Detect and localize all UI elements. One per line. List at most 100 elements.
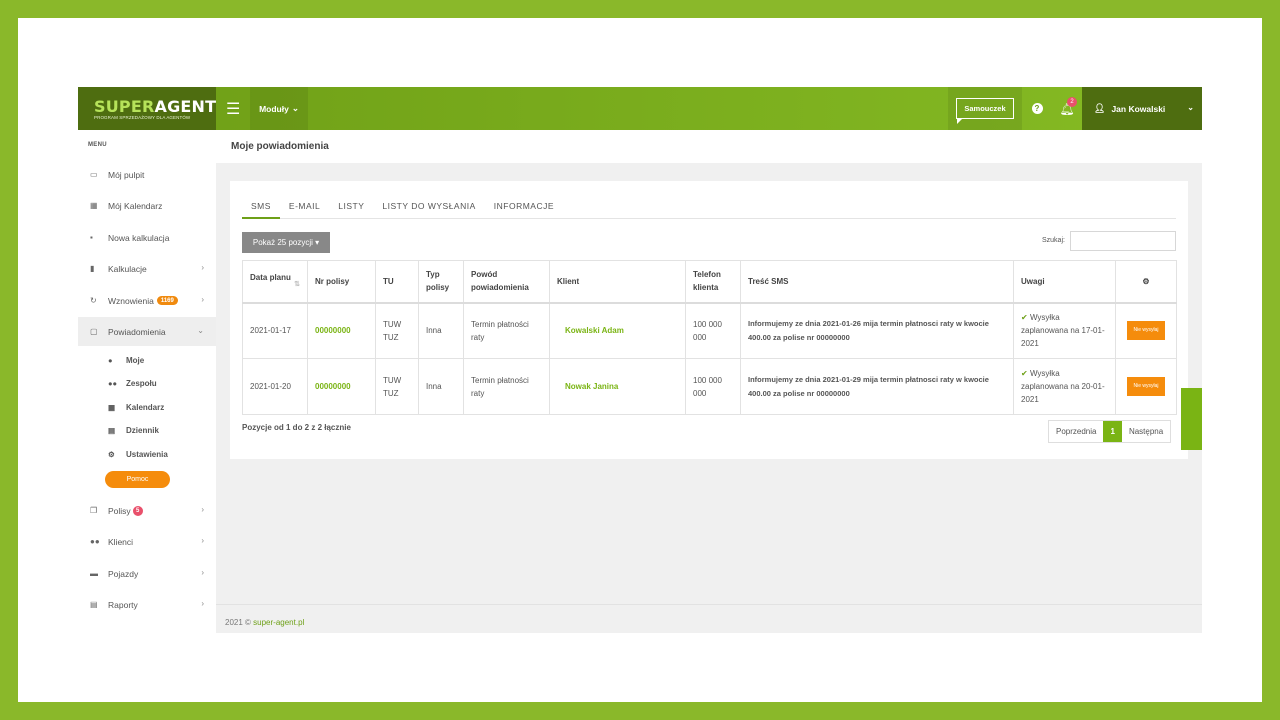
prev-page-button[interactable]: Poprzednia <box>1049 421 1104 442</box>
col-header-type[interactable]: Typ polisy <box>418 260 464 304</box>
modules-dropdown[interactable]: Moduły ⌄ <box>250 87 308 130</box>
sort-icon: ⇅ <box>294 281 300 289</box>
sidebar-sub-zespolu[interactable]: ●● Zespołu <box>108 374 157 392</box>
hamburger-icon[interactable]: ☰ <box>226 99 240 119</box>
sidebar-item-moj-pulpit[interactable]: ▭ Mój pulpit <box>78 160 216 189</box>
page-header: Moje powiadomienia <box>216 130 1202 163</box>
brand-subtitle: PROGRAM SPRZEDAŻOWY DLA AGENTÓW <box>94 115 191 120</box>
notifications-table: ⇅ Data planu Nr polisy TU Typ polisy Powó… <box>242 260 1177 415</box>
sidebar-sub-label: Zespołu <box>126 378 157 388</box>
modules-label: Moduły <box>259 103 289 114</box>
sidebar-item-label: Polisy <box>108 505 131 516</box>
col-header-phone[interactable]: Telefon klienta <box>685 260 741 304</box>
sidebar-item-label: Powiadomienia <box>108 326 166 337</box>
table-header-row: ⇅ Data planu Nr polisy TU Typ polisy Powó… <box>242 260 1177 304</box>
book-icon: ▤ <box>108 425 116 435</box>
copy-icon: ❐ <box>90 506 98 515</box>
sidebar-item-powiadomienia[interactable]: ▢ Powiadomienia ⌄ <box>78 317 216 346</box>
client-link[interactable]: Kowalski Adam <box>557 326 624 335</box>
cell-client[interactable]: Kowalski Adam <box>549 302 686 359</box>
tutorial-wrap: Samouczek <box>948 87 1022 130</box>
policy-link[interactable]: 00000000 <box>315 382 351 391</box>
sidebar-sub-dziennik[interactable]: ▤ Dziennik <box>108 421 159 439</box>
sidebar-item-label: Pojazdy <box>108 568 139 579</box>
check-circle-icon: ✔ <box>1021 313 1028 323</box>
grid-icon: ▪ <box>90 233 93 242</box>
cell-tu: TUW TUZ <box>375 302 419 359</box>
notifications-button[interactable]: 🔔︎ 2 <box>1052 87 1082 130</box>
tab-listy[interactable]: LISTY <box>329 193 373 219</box>
question-icon: ? <box>1031 103 1043 114</box>
help-button[interactable]: ? <box>1022 87 1052 130</box>
col-header-tu[interactable]: TU <box>375 260 419 304</box>
notifications-badge: 2 <box>1067 97 1077 107</box>
cell-date: 2021-01-17 <box>242 302 308 359</box>
cell-action: Nie wysyłaj <box>1115 302 1177 359</box>
cell-policy[interactable]: 00000000 <box>307 358 376 415</box>
tab-listy-do-wyslania[interactable]: LISTY DO WYSŁANIA <box>373 193 484 219</box>
sidebar: MENU ▭ Mój pulpit ▦ Mój Kalendarz ▪ Nowa… <box>78 130 216 633</box>
dont-send-button[interactable]: Nie wysyłaj <box>1127 377 1165 396</box>
chevron-right-icon: › <box>201 568 204 577</box>
sidebar-sub-moje[interactable]: ● Moje <box>108 351 144 369</box>
sidebar-item-polisy[interactable]: ❐ Polisy 5 › <box>78 496 216 525</box>
pagination: Poprzednia 1 Następna <box>1048 420 1172 443</box>
chevron-down-icon: ⌄ <box>197 326 204 335</box>
cell-policy[interactable]: 00000000 <box>307 302 376 359</box>
sidebar-sub-kalendarz[interactable]: ▦ Kalendarz <box>108 398 164 416</box>
top-bar: SUPERAGENT PROGRAM SPRZEDAŻOWY DLA AGENT… <box>78 87 1202 130</box>
col-header-notes[interactable]: Uwagi <box>1013 260 1116 304</box>
sidebar-item-wznowienia[interactable]: ↻ Wznowienia 1169 › <box>78 286 216 315</box>
footer-link[interactable]: super-agent.pl <box>253 618 304 627</box>
sidebar-item-moj-kalendarz[interactable]: ▦ Mój Kalendarz <box>78 191 216 220</box>
tab-sms[interactable]: SMS <box>242 193 280 219</box>
notes-text: Wysyłka zaplanowana na 17-01-2021 <box>1021 313 1105 349</box>
check-circle-icon: ✔ <box>1021 369 1028 378</box>
cell-action: Nie wysyłaj <box>1115 358 1177 415</box>
col-header-date[interactable]: ⇅ Data planu <box>242 260 308 304</box>
cell-sms: Informujemy ze dnia 2021-01-26 mija term… <box>740 302 1014 359</box>
help-pill-button[interactable]: Pomoc <box>105 471 170 488</box>
user-name: Jan Kowalski <box>1111 103 1166 114</box>
renewals-badge: 1169 <box>156 296 178 305</box>
col-header-settings[interactable]: ⚙ <box>1115 260 1177 304</box>
sidebar-sub-label: Ustawienia <box>126 449 168 459</box>
sidebar-item-label: Kalkulacje <box>108 263 147 274</box>
gear-icon: ⚙ <box>1142 276 1150 286</box>
sidebar-item-label: Wznowienia <box>108 295 154 306</box>
col-header-sms[interactable]: Treść SMS <box>740 260 1014 304</box>
page-title: Moje powiadomienia <box>231 141 329 152</box>
users-icon: ●● <box>90 537 100 546</box>
tab-email[interactable]: E-MAIL <box>280 193 329 219</box>
col-header-client[interactable]: Klient <box>549 260 686 304</box>
cell-type: Inna <box>418 358 464 415</box>
tab-informacje[interactable]: INFORMACJE <box>485 193 563 219</box>
page-1-button[interactable]: 1 <box>1103 421 1122 442</box>
sidebar-sub-ustawienia[interactable]: ⚙ Ustawienia <box>108 445 168 463</box>
next-page-button[interactable]: Następna <box>1121 421 1171 442</box>
col-header-reason[interactable]: Powód powiadomienia <box>463 260 550 304</box>
policy-link[interactable]: 00000000 <box>315 326 351 335</box>
sidebar-item-klienci[interactable]: ●● Klienci › <box>78 527 216 556</box>
col-header-policy[interactable]: Nr polisy <box>307 260 376 304</box>
tutorial-button[interactable]: Samouczek <box>956 98 1014 124</box>
cell-client[interactable]: Nowak Janina <box>549 358 686 415</box>
report-icon: ▤ <box>90 600 98 609</box>
pagination-info: Pozycje od 1 do 2 z 2 łącznie <box>242 423 351 432</box>
search-input[interactable] <box>1070 231 1176 251</box>
gear-icon: ⚙ <box>108 449 115 459</box>
sidebar-item-raporty[interactable]: ▤ Raporty › <box>78 590 216 619</box>
client-link[interactable]: Nowak Janina <box>557 382 618 391</box>
page-size-label: Pokaż 25 pozycji <box>252 238 313 247</box>
sidebar-item-kalkulacje[interactable]: ▮ Kalkulacje › <box>78 254 216 283</box>
sidebar-item-nowa-kalkulacja[interactable]: ▪ Nowa kalkulacja <box>78 223 216 252</box>
calendar-icon: ▦ <box>90 201 98 210</box>
feedback-tab[interactable]: ◀ Sugestie <box>1181 388 1238 450</box>
tab-bar: SMS E-MAIL LISTY LISTY DO WYSŁANIA INFOR… <box>242 193 1176 219</box>
dont-send-button[interactable]: Nie wysyłaj <box>1127 321 1165 341</box>
page-size-dropdown[interactable]: Pokaż 25 pozycji ▾ <box>242 232 330 253</box>
sidebar-item-pojazdy[interactable]: ▬ Pojazdy › <box>78 559 216 588</box>
brand-logo[interactable]: SUPERAGENT PROGRAM SPRZEDAŻOWY DLA AGENT… <box>78 87 216 130</box>
user-menu[interactable]: 👤︎ Jan Kowalski ⌄ <box>1082 87 1202 130</box>
sidebar-item-label: Nowa kalkulacja <box>108 232 170 243</box>
